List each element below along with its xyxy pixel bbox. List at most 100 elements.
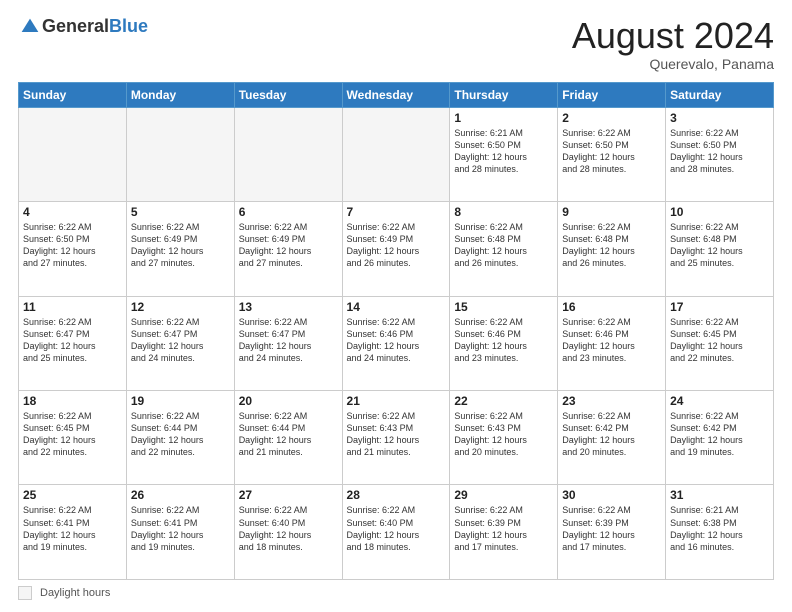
daylight-icon — [18, 586, 32, 600]
day-info: Sunrise: 6:22 AM Sunset: 6:48 PM Dayligh… — [562, 221, 661, 270]
day-info: Sunrise: 6:22 AM Sunset: 6:44 PM Dayligh… — [131, 410, 230, 459]
day-info: Sunrise: 6:22 AM Sunset: 6:48 PM Dayligh… — [454, 221, 553, 270]
day-info: Sunrise: 6:21 AM Sunset: 6:50 PM Dayligh… — [454, 127, 553, 176]
day-number: 13 — [239, 300, 338, 314]
calendar-week-0: 1 Sunrise: 6:21 AM Sunset: 6:50 PM Daylig… — [19, 107, 774, 201]
calendar-week-1: 4 Sunrise: 6:22 AM Sunset: 6:50 PM Daylig… — [19, 202, 774, 296]
table-row: 23 Sunrise: 6:22 AM Sunset: 6:42 PM Dayli… — [558, 391, 666, 485]
day-info: Sunrise: 6:22 AM Sunset: 6:46 PM Dayligh… — [454, 316, 553, 365]
table-row: 5 Sunrise: 6:22 AM Sunset: 6:49 PM Daylig… — [126, 202, 234, 296]
day-info: Sunrise: 6:22 AM Sunset: 6:50 PM Dayligh… — [23, 221, 122, 270]
table-row: 29 Sunrise: 6:22 AM Sunset: 6:39 PM Dayli… — [450, 485, 558, 580]
table-row: 20 Sunrise: 6:22 AM Sunset: 6:44 PM Dayli… — [234, 391, 342, 485]
day-info: Sunrise: 6:22 AM Sunset: 6:50 PM Dayligh… — [562, 127, 661, 176]
table-row: 22Sunrise: 6:22 AM Sunset: 6:43 PM Dayli… — [450, 391, 558, 485]
day-info: Sunrise: 6:22 AM Sunset: 6:39 PM Dayligh… — [454, 504, 553, 553]
table-row — [19, 107, 127, 201]
day-info: Sunrise: 6:22 AM Sunset: 6:41 PM Dayligh… — [131, 504, 230, 553]
day-number: 12 — [131, 300, 230, 314]
day-info: Sunrise: 6:22 AM Sunset: 6:39 PM Dayligh… — [562, 504, 661, 553]
day-info: Sunrise: 6:22 AM Sunset: 6:46 PM Dayligh… — [347, 316, 446, 365]
table-row: 12 Sunrise: 6:22 AM Sunset: 6:47 PM Dayli… — [126, 296, 234, 390]
col-sunday: Sunday — [19, 82, 127, 107]
table-row: 6 Sunrise: 6:22 AM Sunset: 6:49 PM Daylig… — [234, 202, 342, 296]
day-number: 17 — [670, 300, 769, 314]
day-number: 16 — [562, 300, 661, 314]
day-info: Sunrise: 6:22 AM Sunset: 6:50 PM Dayligh… — [670, 127, 769, 176]
calendar-week-3: 18 Sunrise: 6:22 AM Sunset: 6:45 PM Dayli… — [19, 391, 774, 485]
daylight-label: Daylight hours — [40, 587, 110, 599]
day-number: 21 — [347, 394, 446, 408]
table-row: 18 Sunrise: 6:22 AM Sunset: 6:45 PM Dayli… — [19, 391, 127, 485]
table-row: 11Sunrise: 6:22 AM Sunset: 6:47 PM Dayli… — [19, 296, 127, 390]
calendar-week-2: 11 Sunrise: 6:22 AM Sunset: 6:47 PM Dayli… — [19, 296, 774, 390]
day-info: Sunrise: 6:22 AM Sunset: 6:43 PM Dayligh… — [347, 410, 446, 459]
table-row: 19 Sunrise: 6:22 AM Sunset: 6:44 PM Dayli… — [126, 391, 234, 485]
calendar-table: Sunday Monday Tuesday Wednesday Thursday… — [18, 82, 774, 580]
day-number: 29 — [454, 488, 553, 502]
day-number: 11 — [23, 300, 122, 314]
day-info: Sunrise: 6:22 AM Sunset: 6:48 PM Dayligh… — [670, 221, 769, 270]
day-number: 9 — [562, 205, 661, 219]
table-row: 28 Sunrise: 6:22 AM Sunset: 6:40 PM Dayli… — [342, 485, 450, 580]
col-tuesday: Tuesday — [234, 82, 342, 107]
day-number: 26 — [131, 488, 230, 502]
day-number: 4 — [23, 205, 122, 219]
day-number: 1 — [454, 111, 553, 125]
col-friday: Friday — [558, 82, 666, 107]
day-number: 8 — [454, 205, 553, 219]
logo-icon — [20, 17, 40, 37]
day-number: 27 — [239, 488, 338, 502]
day-number: 6 — [239, 205, 338, 219]
day-number: 31 — [670, 488, 769, 502]
table-row: 15 Sunrise: 6:22 AM Sunset: 6:46 PM Dayli… — [450, 296, 558, 390]
day-info: Sunrise: 6:22 AM Sunset: 6:42 PM Dayligh… — [562, 410, 661, 459]
day-info: Sunrise: 6:22 AM Sunset: 6:49 PM Dayligh… — [239, 221, 338, 270]
day-number: 10 — [670, 205, 769, 219]
day-info: Sunrise: 6:22 AM Sunset: 6:49 PM Dayligh… — [347, 221, 446, 270]
day-number: 5 — [131, 205, 230, 219]
day-number: 15 — [454, 300, 553, 314]
day-info: Sunrise: 6:22 AM Sunset: 6:44 PM Dayligh… — [239, 410, 338, 459]
table-row: 4 Sunrise: 6:22 AM Sunset: 6:50 PM Daylig… — [19, 202, 127, 296]
table-row: 9 Sunrise: 6:22 AM Sunset: 6:48 PM Daylig… — [558, 202, 666, 296]
logo-text: GeneralBlue — [42, 16, 148, 37]
day-number: 22 — [454, 394, 553, 408]
day-number: 2 — [562, 111, 661, 125]
col-saturday: Saturday — [666, 82, 774, 107]
table-row: 2 Sunrise: 6:22 AM Sunset: 6:50 PM Daylig… — [558, 107, 666, 201]
day-number: 28 — [347, 488, 446, 502]
day-number: 19 — [131, 394, 230, 408]
day-number: 23 — [562, 394, 661, 408]
table-row: 27Sunrise: 6:22 AM Sunset: 6:40 PM Dayli… — [234, 485, 342, 580]
day-info: Sunrise: 6:22 AM Sunset: 6:47 PM Dayligh… — [239, 316, 338, 365]
day-info: Sunrise: 6:22 AM Sunset: 6:47 PM Dayligh… — [131, 316, 230, 365]
table-row — [126, 107, 234, 201]
calendar-header-row: Sunday Monday Tuesday Wednesday Thursday… — [19, 82, 774, 107]
day-info: Sunrise: 6:22 AM Sunset: 6:40 PM Dayligh… — [347, 504, 446, 553]
table-row: 25Sunrise: 6:22 AM Sunset: 6:41 PM Dayli… — [19, 485, 127, 580]
day-number: 20 — [239, 394, 338, 408]
table-row: 26 Sunrise: 6:22 AM Sunset: 6:41 PM Dayli… — [126, 485, 234, 580]
table-row: 14Sunrise: 6:22 AM Sunset: 6:46 PM Dayli… — [342, 296, 450, 390]
day-info: Sunrise: 6:21 AM Sunset: 6:38 PM Dayligh… — [670, 504, 769, 553]
day-info: Sunrise: 6:22 AM Sunset: 6:49 PM Dayligh… — [131, 221, 230, 270]
logo: GeneralBlue — [18, 16, 148, 37]
day-info: Sunrise: 6:22 AM Sunset: 6:46 PM Dayligh… — [562, 316, 661, 365]
table-row: 1 Sunrise: 6:21 AM Sunset: 6:50 PM Daylig… — [450, 107, 558, 201]
col-thursday: Thursday — [450, 82, 558, 107]
header: GeneralBlue August 2024 Querevalo, Panam… — [18, 16, 774, 72]
location: Querevalo, Panama — [572, 56, 774, 72]
col-wednesday: Wednesday — [342, 82, 450, 107]
footer: Daylight hours — [18, 586, 774, 600]
table-row: 10 Sunrise: 6:22 AM Sunset: 6:48 PM Dayli… — [666, 202, 774, 296]
day-number: 3 — [670, 111, 769, 125]
day-info: Sunrise: 6:22 AM Sunset: 6:45 PM Dayligh… — [23, 410, 122, 459]
day-number: 30 — [562, 488, 661, 502]
table-row: 30 Sunrise: 6:22 AM Sunset: 6:39 PM Dayli… — [558, 485, 666, 580]
table-row: 13 Sunrise: 6:22 AM Sunset: 6:47 PM Dayli… — [234, 296, 342, 390]
day-number: 18 — [23, 394, 122, 408]
table-row: 24Sunrise: 6:22 AM Sunset: 6:42 PM Dayli… — [666, 391, 774, 485]
table-row: 3 Sunrise: 6:22 AM Sunset: 6:50 PM Daylig… — [666, 107, 774, 201]
calendar-week-4: 25Sunrise: 6:22 AM Sunset: 6:41 PM Dayli… — [19, 485, 774, 580]
